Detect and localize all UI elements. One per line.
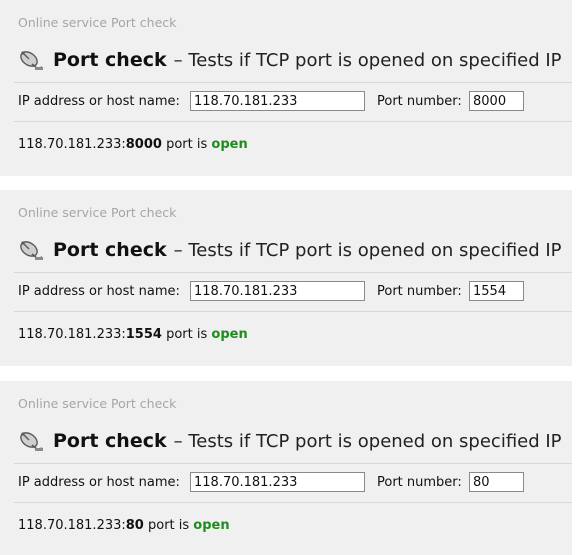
divider [14,121,572,122]
result-host: 118.70.181.233: [18,518,126,533]
divider [14,463,572,464]
port-check-panel: Online service Port check Port check – T… [0,0,572,176]
page-title: Port check – Tests if TCP port is opened… [18,236,562,264]
port-number-input[interactable] [469,472,524,492]
result-middle: port is [161,327,212,342]
ip-address-input[interactable] [190,91,365,111]
port-number-label: Port number: [377,94,462,109]
title-strong: Port check [53,239,167,261]
ip-address-input[interactable] [190,281,365,301]
title-description: – Tests if TCP port is opened on specifi… [173,239,562,261]
port-number-input[interactable] [469,281,524,301]
breadcrumb[interactable]: Online service Port check [18,15,176,30]
port-check-panel: Online service Port check Port check – T… [0,381,572,555]
status-badge: open [211,327,248,342]
port-number-label: Port number: [377,475,462,490]
ip-address-label: IP address or host name: [18,94,180,109]
divider [14,272,572,273]
divider [14,311,572,312]
satellite-dish-icon [20,241,43,260]
title-strong: Port check [53,430,167,452]
divider [14,502,572,503]
port-number-input[interactable] [469,91,524,111]
result-port: 80 [125,518,144,533]
divider [14,82,572,83]
result-text: 118.70.181.233:8000 port is open [18,137,248,152]
result-text: 118.70.181.233:80 port is open [18,518,230,533]
ip-address-label: IP address or host name: [18,284,180,299]
page-title: Port check – Tests if TCP port is opened… [18,46,562,74]
ip-address-input[interactable] [190,472,365,492]
title-description: – Tests if TCP port is opened on specifi… [173,49,562,71]
page-title: Port check – Tests if TCP port is opened… [18,427,562,455]
port-number-label: Port number: [377,284,462,299]
status-badge: open [211,137,248,152]
result-middle: port is [161,137,212,152]
result-middle: port is [143,518,194,533]
status-badge: open [193,518,230,533]
title-strong: Port check [53,49,167,71]
satellite-dish-icon [20,51,43,70]
result-host: 118.70.181.233: [18,137,126,152]
result-host: 118.70.181.233: [18,327,126,342]
result-port: 8000 [125,137,162,152]
ip-address-label: IP address or host name: [18,475,180,490]
satellite-dish-icon [20,432,43,451]
result-text: 118.70.181.233:1554 port is open [18,327,248,342]
title-description: – Tests if TCP port is opened on specifi… [173,430,562,452]
port-check-panel: Online service Port check Port check – T… [0,190,572,366]
breadcrumb[interactable]: Online service Port check [18,396,176,411]
result-port: 1554 [125,327,162,342]
breadcrumb[interactable]: Online service Port check [18,205,176,220]
